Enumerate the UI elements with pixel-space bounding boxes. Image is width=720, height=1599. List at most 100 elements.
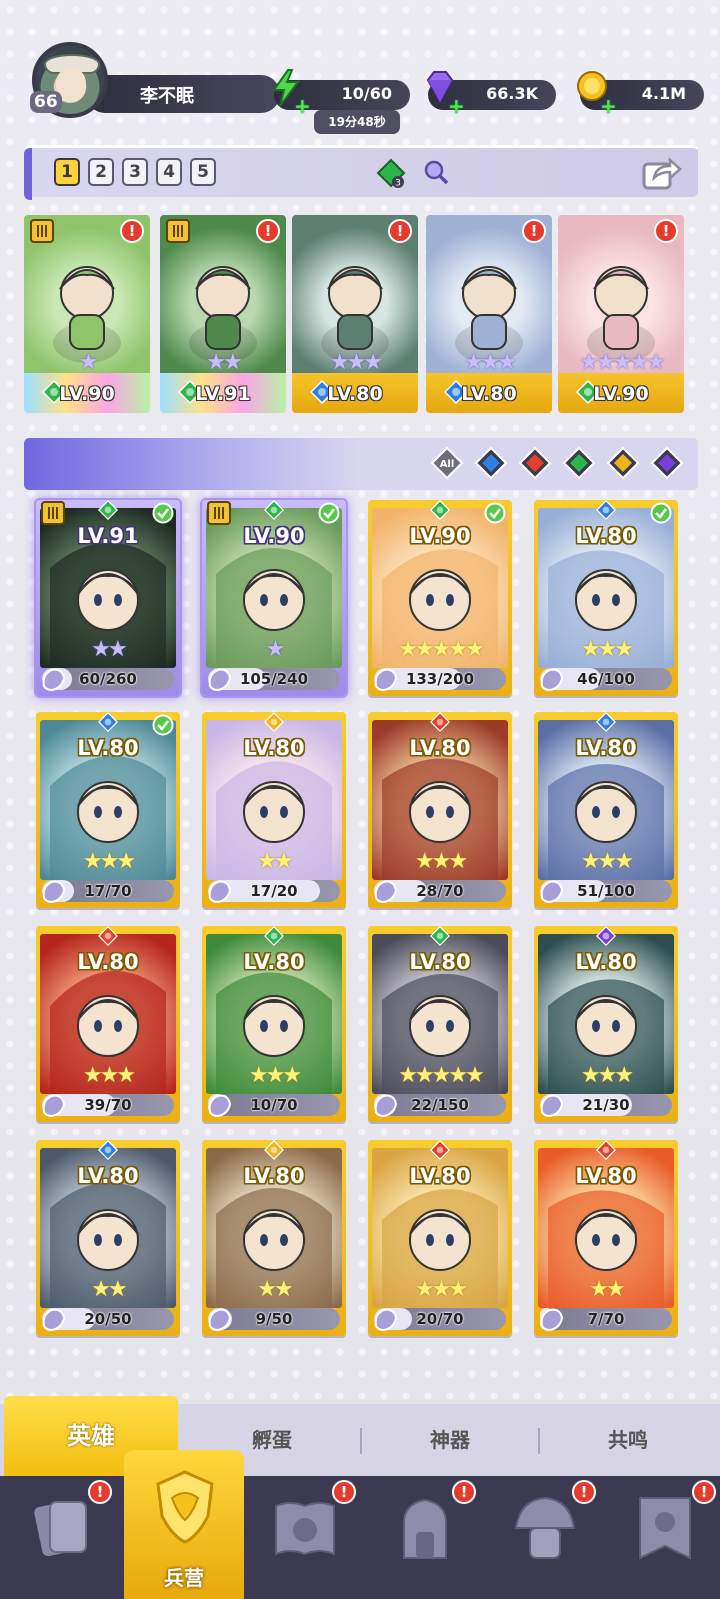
fire-element-icon — [429, 711, 451, 733]
team-tabs: 1 2 3 4 5 — [54, 158, 216, 186]
fragment-progress: 46/100 — [540, 668, 672, 692]
gem-plus-icon[interactable]: + — [448, 94, 465, 118]
team-hero-card[interactable]: ★★★★★ LV.90 ! — [558, 215, 684, 413]
hero-level: LV.80 — [575, 736, 637, 760]
team-hero-card[interactable]: ★★ LV.91 ! — [160, 215, 286, 413]
filter-wind[interactable] — [562, 446, 596, 480]
deployed-check-icon — [318, 502, 340, 524]
alert-badge: ! — [388, 219, 412, 243]
star-rating: ★★ — [206, 350, 242, 375]
nav-cards[interactable]: ! — [0, 1476, 120, 1599]
hero-level: LV.80 — [327, 383, 383, 405]
nav-shop-alert: ! — [572, 1480, 596, 1504]
element-badge — [263, 498, 285, 522]
fire-element-icon — [595, 1139, 617, 1161]
player-profile[interactable]: 李不眠 66 — [26, 42, 280, 122]
team-tab-2[interactable]: 2 — [88, 158, 114, 186]
wind-element-icon — [429, 925, 451, 947]
hero-card[interactable]: LV.80 ★★★ 46/100 — [534, 499, 678, 696]
team-tab-1[interactable]: 1 — [54, 158, 80, 186]
hero-card[interactable]: LV.80 ★★★ 28/70 — [368, 711, 512, 908]
hero-card[interactable]: LV.80 ★★★ 17/70 — [36, 711, 180, 908]
nav-shop[interactable]: ! — [484, 1476, 604, 1599]
fragment-progress: 51/100 — [540, 880, 672, 904]
fragment-count: 7/70 — [587, 1310, 625, 1328]
fragment-count: 20/50 — [84, 1310, 132, 1328]
fragment-count: 9/50 — [255, 1310, 293, 1328]
nav-guild[interactable]: ! — [604, 1476, 720, 1599]
inspect-icon[interactable] — [422, 158, 450, 186]
alert-badge: ! — [654, 219, 678, 243]
star-rating: ★★★ — [580, 637, 634, 662]
star-rating: ★★★★★ — [398, 1063, 485, 1088]
star-rating: ★★★ — [329, 350, 383, 375]
team-hero-card[interactable]: ★★★ LV.80 ! — [292, 215, 418, 413]
energy-plus-icon[interactable]: + — [294, 94, 311, 118]
gem-counter[interactable]: + 66.3K — [426, 71, 556, 118]
energy-counter[interactable]: + 10/60 — [272, 69, 410, 118]
hero-card[interactable]: LV.90 ★ 105/240 — [202, 498, 346, 696]
team-hero-card[interactable]: ★ LV.90 ! — [24, 215, 150, 413]
element-badge — [97, 498, 119, 522]
element-badge — [429, 498, 451, 522]
gold-plus-icon[interactable]: + — [600, 94, 617, 118]
hero-card[interactable]: LV.80 ★★★ 20/70 — [368, 1139, 512, 1336]
nav-barracks[interactable]: 兵营 — [124, 1450, 244, 1599]
hero-card[interactable]: LV.80 ★★ 17/20 — [202, 711, 346, 908]
hero-card[interactable]: LV.80 ★★ 9/50 — [202, 1139, 346, 1336]
element-filters: All — [430, 446, 684, 480]
fragment-progress: 133/200 — [374, 668, 506, 692]
hero-card[interactable]: LV.80 ★★ 7/70 — [534, 1139, 678, 1336]
wind-buff-icon[interactable]: 3 — [376, 158, 406, 188]
share-icon[interactable] — [640, 154, 682, 194]
fragment-progress: 39/70 — [42, 1094, 174, 1118]
hero-card[interactable]: LV.80 ★★★★★ 22/150 — [368, 925, 512, 1122]
fire-element-icon — [518, 446, 552, 480]
hero-level: LV.80 — [409, 1164, 471, 1188]
hero-card[interactable]: LV.80 ★★★ 39/70 — [36, 925, 180, 1122]
hero-card[interactable]: LV.90 ★★★★★ 133/200 — [368, 498, 512, 696]
fragment-progress: 20/70 — [374, 1308, 506, 1332]
gold-counter[interactable]: + 4.1M — [577, 71, 704, 118]
fragment-count: 22/150 — [411, 1096, 469, 1114]
wind-buff-count: 3 — [395, 179, 401, 189]
subtab-artifacts[interactable]: 神器 — [362, 1404, 538, 1476]
fragment-count: 46/100 — [577, 670, 635, 688]
filter-all[interactable]: All — [430, 446, 464, 480]
team-tab-4[interactable]: 4 — [156, 158, 182, 186]
hero-level: LV.80 — [77, 1164, 139, 1188]
hero-level: LV.80 — [409, 950, 471, 974]
bottom-nav: ! 兵营 ! ! ! ! — [0, 1450, 720, 1599]
rank-badge-icon — [166, 219, 190, 243]
star-rating: ★ — [78, 350, 99, 375]
team-hero-card[interactable]: ★★★ LV.80 ! — [426, 215, 552, 413]
team-bar-accent — [24, 148, 32, 200]
hero-level: LV.90 — [593, 383, 649, 405]
nav-castle[interactable]: ! — [364, 1476, 484, 1599]
hero-card[interactable]: LV.80 ★★★ 10/70 — [202, 925, 346, 1122]
hero-level: LV.80 — [409, 736, 471, 760]
alert-badge: ! — [522, 219, 546, 243]
filter-water[interactable] — [474, 446, 508, 480]
subtab-resonance[interactable]: 共鸣 — [540, 1404, 716, 1476]
hero-card[interactable]: LV.80 ★★★ 21/30 — [534, 925, 678, 1122]
filter-bar: All — [24, 438, 698, 490]
hero-card[interactable]: LV.80 ★★ 20/50 — [36, 1139, 180, 1336]
filter-light[interactable] — [606, 446, 640, 480]
team-tab-3[interactable]: 3 — [122, 158, 148, 186]
hero-level: LV.80 — [77, 736, 139, 760]
alert-badge: ! — [120, 219, 144, 243]
fragment-count: 28/70 — [416, 882, 464, 900]
water-element-icon — [97, 711, 119, 733]
fragment-progress: 28/70 — [374, 880, 506, 904]
filter-dark[interactable] — [650, 446, 684, 480]
hero-card[interactable]: LV.91 ★★ 60/260 — [36, 498, 180, 696]
star-rating: ★★★ — [82, 1063, 136, 1088]
filter-fire[interactable] — [518, 446, 552, 480]
nav-barracks-label: 兵营 — [164, 1566, 204, 1590]
hero-card[interactable]: LV.80 ★★★ 51/100 — [534, 711, 678, 908]
team-tab-5[interactable]: 5 — [190, 158, 216, 186]
light-element-icon — [606, 446, 640, 480]
wind-element-icon — [263, 925, 285, 947]
nav-codex[interactable]: ! — [244, 1476, 364, 1599]
